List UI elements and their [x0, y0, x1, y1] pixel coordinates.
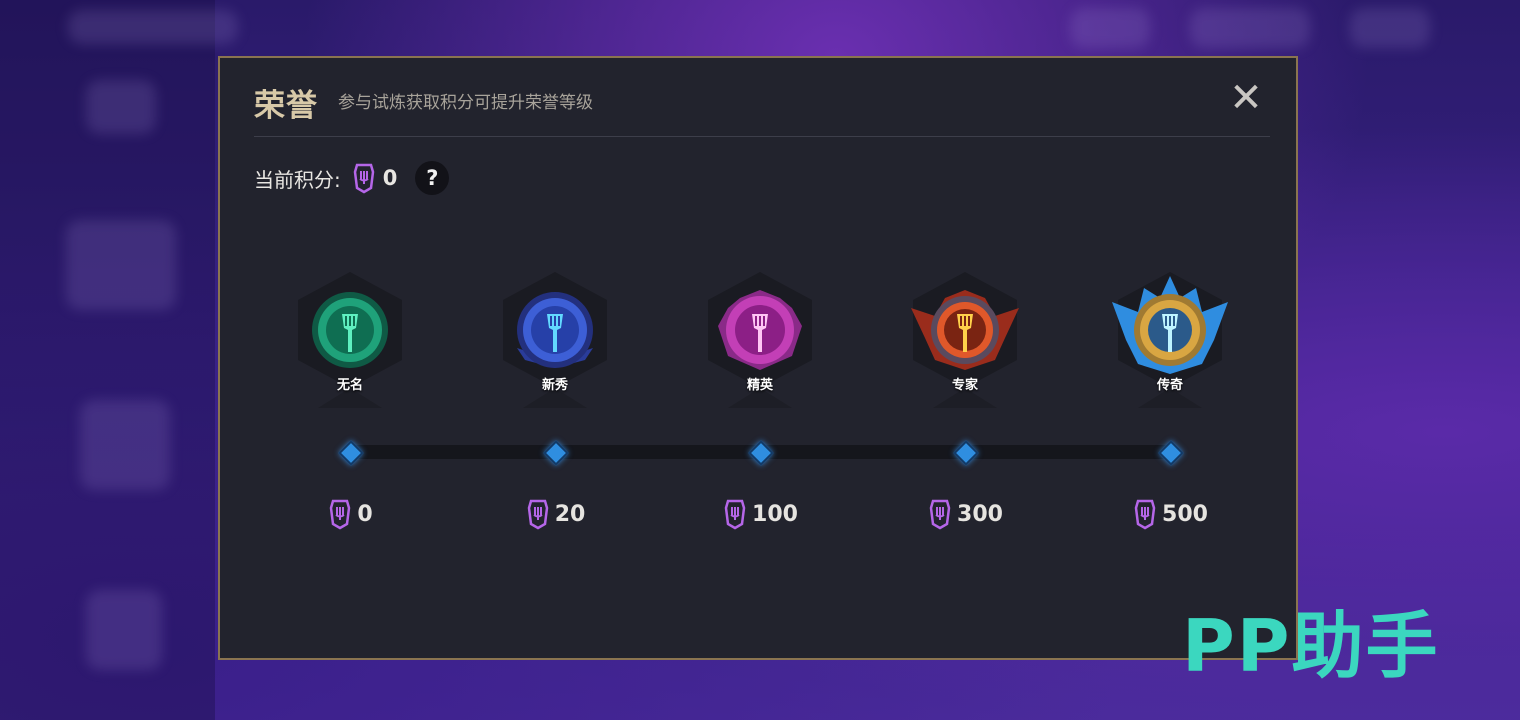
help-button[interactable]: ?: [415, 161, 450, 195]
tier-points: 500: [1162, 501, 1208, 527]
tier-name: 精英: [746, 378, 773, 393]
background-blur: [68, 10, 238, 44]
background-blur: [66, 220, 176, 310]
tier-node: [953, 440, 979, 466]
tier-requirement: 500: [1090, 498, 1250, 530]
tier-requirement: 100: [680, 498, 840, 530]
tier-node: [543, 440, 569, 466]
tier-requirement: 0: [270, 498, 430, 530]
honor-point-icon: [929, 499, 951, 530]
tier-name: 无名: [336, 378, 363, 393]
tier-points: 300: [957, 501, 1003, 527]
honor-point-icon: [351, 162, 377, 194]
tier-badge: [495, 268, 615, 418]
tier-points: 20: [554, 501, 586, 527]
tier-node: [748, 440, 774, 466]
current-score: 当前积分: 0 ?: [254, 158, 450, 198]
honor-point-icon: [330, 499, 351, 530]
tier-node: [338, 440, 364, 466]
tier-points: 100: [752, 501, 798, 527]
divider: [254, 136, 1270, 137]
honor-point-icon: [527, 499, 548, 530]
tier-badge: [700, 268, 820, 418]
score-label: 当前积分:: [254, 167, 341, 192]
background-blur: [86, 590, 162, 670]
tier-badge: [1110, 268, 1230, 418]
dialog-title: 荣誉: [254, 88, 318, 124]
tier-item: 专家 300: [885, 268, 1045, 588]
honor-dialog: 荣誉 参与试炼获取积分可提升荣誉等级 ✕ 当前积分: 0 ? 无名 0 新秀 2…: [218, 56, 1298, 660]
tier-item: 精英 100: [680, 268, 840, 588]
tier-badge: [905, 268, 1025, 418]
dialog-subtitle: 参与试炼获取积分可提升荣誉等级: [338, 93, 593, 113]
tier-name: 新秀: [541, 378, 568, 393]
close-button[interactable]: ✕: [1224, 76, 1268, 120]
background-blur: [1070, 8, 1150, 48]
tier-name: 传奇: [1156, 378, 1183, 393]
tier-badge: [290, 268, 410, 418]
watermark: PP助手: [1182, 604, 1440, 688]
score-value: 0: [382, 166, 398, 190]
background-blur: [1350, 8, 1430, 48]
tier-item: 新秀 20: [475, 268, 635, 588]
tier-points: 0: [357, 501, 373, 527]
background-blur: [86, 80, 156, 134]
tier-name: 专家: [951, 378, 978, 393]
honor-point-icon: [724, 499, 746, 530]
tier-requirement: 20: [475, 498, 635, 530]
tier-requirement: 300: [885, 498, 1045, 530]
background-blur: [1190, 8, 1310, 48]
tier-node: [1158, 440, 1184, 466]
tier-item: 无名 0: [270, 268, 430, 588]
honor-point-icon: [1134, 499, 1156, 530]
background-blur: [80, 400, 170, 490]
tier-item: 传奇 500: [1090, 268, 1250, 588]
